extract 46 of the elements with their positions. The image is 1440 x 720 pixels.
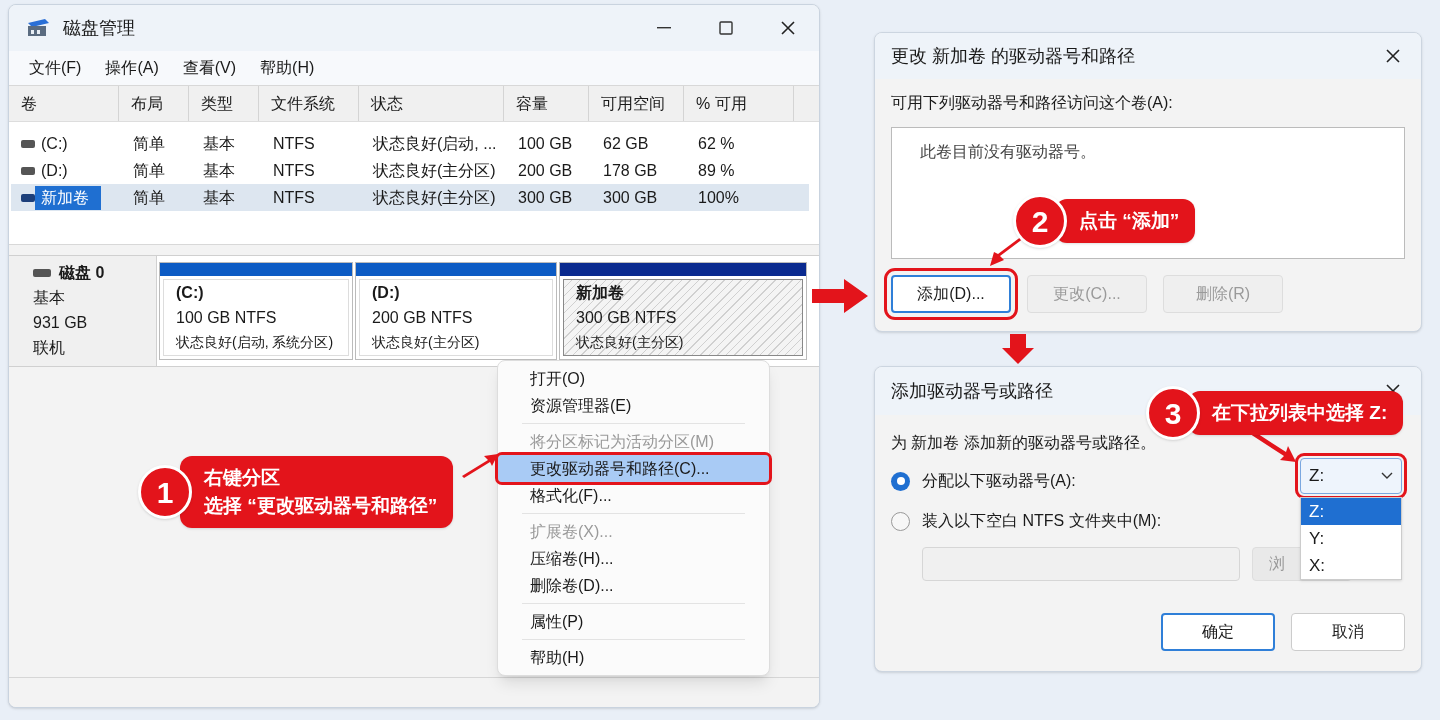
- partition-size: 300 GB NTFS: [576, 308, 678, 328]
- partition-status: 状态良好(主分区): [576, 333, 684, 352]
- disk-type: 基本: [33, 288, 66, 308]
- table-cell-text: 状态良好(启动, ...: [372, 133, 498, 154]
- table-cell-text: 100 GB: [517, 133, 574, 154]
- table-cell-text: 状态良好(主分区): [372, 187, 497, 208]
- table-cell-text: 基本: [202, 133, 236, 154]
- table-cell-text: NTFS: [272, 187, 316, 208]
- empty-list-message: 此卷目前没有驱动器号。: [920, 143, 1096, 160]
- table-cell-text: 100%: [697, 187, 740, 208]
- table-cell-text: 简单: [132, 160, 166, 181]
- table-cell-text: NTFS: [272, 160, 316, 181]
- partition-name: 新加卷: [576, 283, 625, 303]
- table-cell-text: 62 GB: [602, 133, 650, 154]
- table-cell-text: 基本: [202, 160, 236, 181]
- table-cell-text: 89 %: [697, 160, 736, 181]
- table-cell-text: 200 GB: [517, 160, 574, 181]
- table-cell-text: NTFS: [272, 133, 316, 154]
- partition-status: 状态良好(主分区): [372, 333, 480, 352]
- window-title: 磁盘管理: [63, 16, 135, 40]
- table-cell-text: 基本: [202, 187, 236, 208]
- table-cell-text: 简单: [132, 187, 166, 208]
- dropdown-value: Z:: [1309, 465, 1325, 488]
- table-cell: 新加卷: [35, 185, 101, 210]
- step-tooltip: 右键分区 选择 “更改驱动器号和路径”: [180, 456, 454, 528]
- table-cell-text: 300 GB: [517, 187, 574, 208]
- table-cell-text: 62 %: [697, 133, 736, 154]
- disk-name: 磁盘 0: [59, 263, 105, 283]
- dialog-prompt: 可用下列驱动器号和路径访问这个卷(A):: [891, 93, 1174, 113]
- partition-name: (D:): [372, 283, 401, 303]
- table-cell-text: 178 GB: [602, 160, 659, 181]
- table-cell-text: 简单: [132, 133, 166, 154]
- partition-name: (C:): [176, 283, 205, 303]
- radio-label: 装入以下空白 NTFS 文件夹中(M):: [922, 511, 1162, 531]
- disk-status: 联机: [33, 338, 66, 358]
- radio-label: 分配以下驱动器号(A):: [922, 471, 1076, 491]
- table-cell-text: 300 GB: [602, 187, 659, 208]
- dialog-title: 更改 新加卷 的驱动器号和路径: [891, 44, 1135, 68]
- dialog-title: 添加驱动器号或路径: [891, 379, 1053, 403]
- disk-size: 931 GB: [33, 313, 89, 333]
- table-cell-text: (C:): [41, 133, 68, 154]
- table-cell-text: 状态良好(主分区): [372, 160, 497, 181]
- partition-status: 状态良好(启动, 系统分区): [176, 333, 334, 352]
- partition-size: 100 GB NTFS: [176, 308, 278, 328]
- partition-size: 200 GB NTFS: [372, 308, 474, 328]
- table-cell-text: (D:): [41, 160, 68, 181]
